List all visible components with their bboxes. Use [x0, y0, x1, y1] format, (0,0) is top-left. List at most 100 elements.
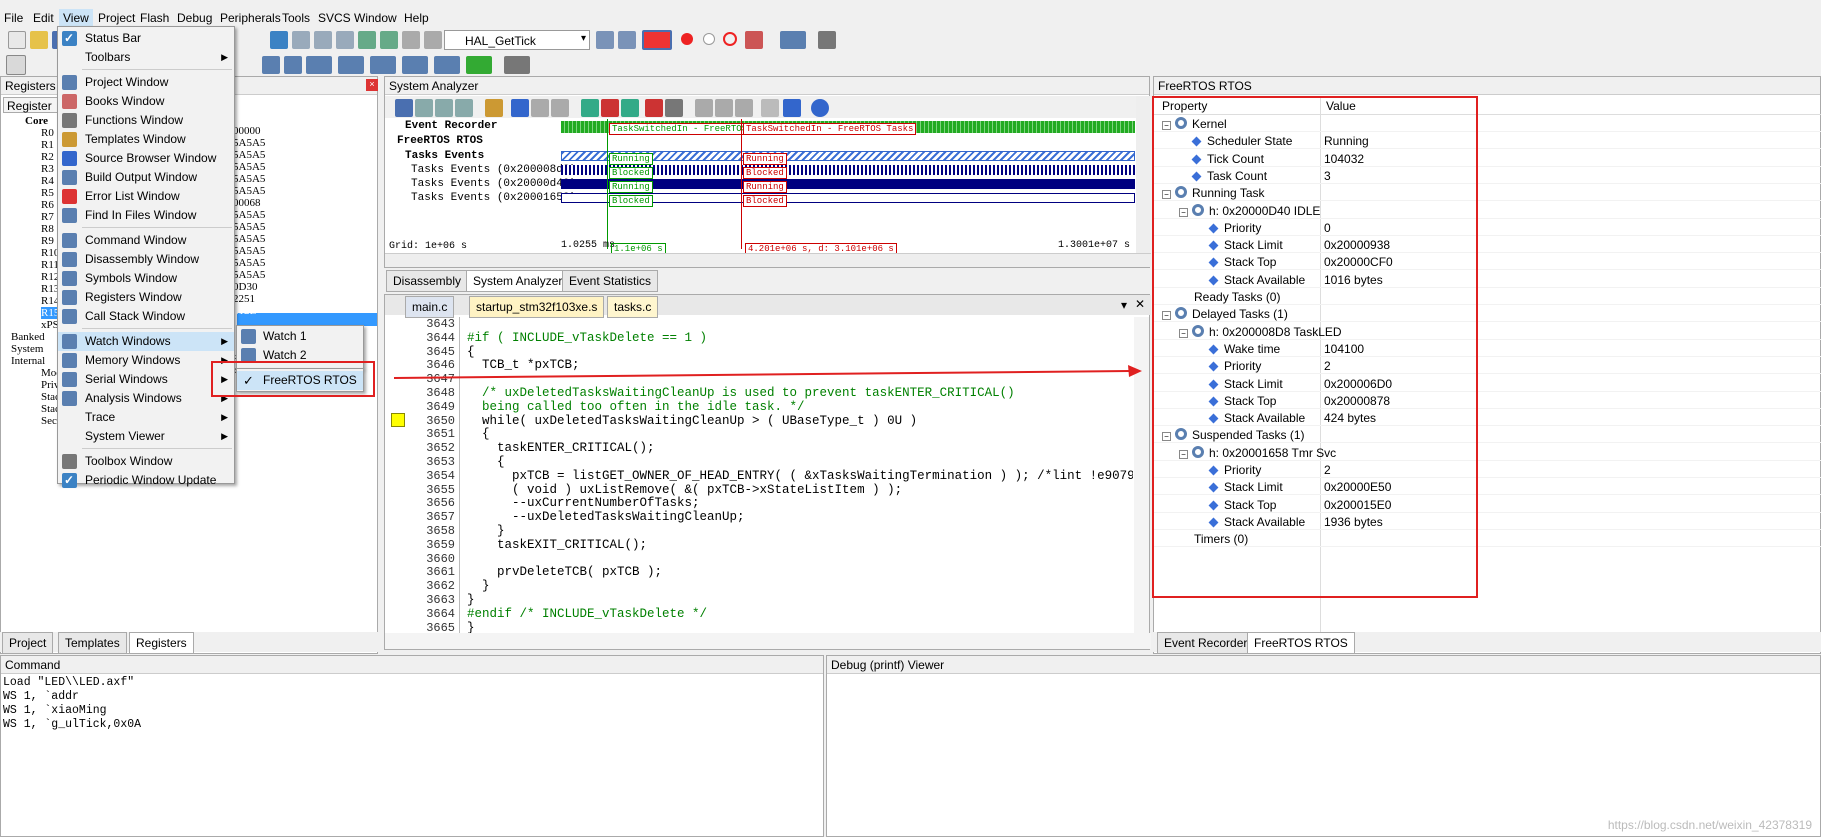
menu-item-watch-windows[interactable]: Watch Windows ▶	[58, 332, 234, 351]
code-line[interactable]: {	[467, 427, 490, 441]
register-tree-item[interactable]: Internal	[11, 355, 45, 367]
row-task-1[interactable]: Tasks Events (0x200008d8)	[411, 164, 576, 176]
code-line[interactable]: #endif /* INCLUDE_vTaskDelete */	[467, 607, 707, 621]
bookmark-next-icon[interactable]	[314, 31, 332, 49]
register-value[interactable]: 5A5A5	[233, 137, 265, 149]
memory-icon[interactable]	[338, 56, 364, 74]
menu-item-toolbars[interactable]: Toolbars ▶	[58, 48, 234, 67]
code-line[interactable]: taskEXIT_CRITICAL();	[467, 538, 647, 552]
cursor-icon[interactable]	[581, 99, 599, 117]
menu-edit[interactable]: Edit	[33, 11, 54, 25]
register-value[interactable]: 212E	[233, 305, 256, 317]
close-icon[interactable]: ×	[366, 79, 378, 91]
menu-item-error-list-window[interactable]: Error List Window	[58, 187, 234, 206]
zoom-all-icon[interactable]	[455, 99, 473, 117]
register-value[interactable]: 5A5A5	[233, 149, 265, 161]
menu-item-call-stack-window[interactable]: Call Stack Window	[58, 307, 234, 326]
menu-item-analysis-windows[interactable]: Analysis Windows ▶	[58, 389, 234, 408]
register-value[interactable]: 2251	[233, 293, 255, 305]
menu-help[interactable]: Help	[404, 11, 429, 25]
configure-icon[interactable]	[745, 31, 763, 49]
bookmark-clear-icon[interactable]	[336, 31, 354, 49]
analysis-icon[interactable]	[402, 56, 428, 74]
menu-item-find-in-files-window[interactable]: Find In Files Window	[58, 206, 234, 225]
code-line[interactable]: }	[467, 593, 475, 607]
menu-item-templates-window[interactable]: Templates Window	[58, 130, 234, 149]
watch-icon[interactable]	[306, 56, 332, 74]
toolbox-icon[interactable]	[504, 56, 530, 74]
menu-item-project-window[interactable]: Project Window	[58, 73, 234, 92]
tab-project[interactable]: Project	[2, 632, 54, 654]
tab-event-statistics[interactable]: Event Statistics	[562, 270, 659, 292]
code-line[interactable]: }	[467, 579, 490, 593]
register-value[interactable]: 5A5A5	[233, 221, 265, 233]
code-line[interactable]: being called too often in the idle task.…	[467, 400, 805, 414]
register-value[interactable]: 5A5A5	[233, 209, 265, 221]
code-line[interactable]: pxTCB = listGET_OWNER_OF_HEAD_ENTRY( ( &…	[467, 469, 1133, 483]
code-line[interactable]: --uxDeletedTasksWaitingCleanUp;	[467, 510, 745, 524]
breakpoint-disable-icon[interactable]	[703, 33, 715, 45]
code-line[interactable]: }	[467, 621, 475, 633]
menu-item-serial-windows[interactable]: Serial Windows ▶	[58, 370, 234, 389]
debug-session-icon[interactable]	[642, 30, 672, 50]
find-in-files-icon[interactable]	[618, 31, 636, 49]
uncomment-icon[interactable]	[424, 31, 442, 49]
menu-tools[interactable]: Tools	[282, 11, 310, 25]
code-line[interactable]: #if ( INCLUDE_vTaskDelete == 1 )	[467, 331, 707, 345]
register-tree-item[interactable]: System	[11, 343, 43, 355]
expand-icon[interactable]	[695, 99, 713, 117]
breakpoint-icon[interactable]	[681, 33, 693, 45]
register-value[interactable]: 5A5A5	[233, 233, 265, 245]
menu-item-disassembly-window[interactable]: Disassembly Window	[58, 250, 234, 269]
register-tree-item[interactable]: R0	[41, 127, 54, 139]
row-event-recorder[interactable]: Event Recorder	[405, 120, 497, 132]
comment-icon[interactable]	[402, 31, 420, 49]
register-tree-item[interactable]: Sec	[41, 415, 57, 427]
row-task-2[interactable]: Tasks Events (0x20000d40)	[411, 178, 576, 190]
tab-freertos-rtos[interactable]: FreeRTOS RTOS	[1247, 632, 1355, 654]
reset-icon[interactable]	[6, 55, 26, 75]
open-folder-icon[interactable]	[30, 31, 48, 49]
help-icon[interactable]	[811, 99, 829, 117]
outdent-icon[interactable]	[380, 31, 398, 49]
register-tree-item[interactable]: R7	[41, 211, 54, 223]
jump-end-icon[interactable]	[783, 99, 801, 117]
next-icon[interactable]	[551, 99, 569, 117]
marker-icon[interactable]	[601, 99, 619, 117]
code-line[interactable]: {	[467, 345, 475, 359]
bookmark-icon[interactable]	[270, 31, 288, 49]
menu-item-source-browser-window[interactable]: Source Browser Window	[58, 149, 234, 168]
prev-icon[interactable]	[531, 99, 549, 117]
system-viewer-icon[interactable]	[466, 56, 492, 74]
editor-horizontal-scrollbar[interactable]	[385, 633, 1151, 649]
register-tree-item[interactable]: Banked	[11, 331, 45, 343]
collapse-icon[interactable]	[715, 99, 733, 117]
tab-disassembly[interactable]: Disassembly	[386, 270, 469, 292]
menu-item-system-viewer[interactable]: System Viewer ▶	[58, 427, 234, 446]
menu-item-watch-1[interactable]: Watch 1	[237, 327, 363, 346]
menu-svcs[interactable]: SVCS	[318, 11, 351, 25]
window-layout-icon[interactable]	[780, 31, 806, 49]
bookmark-prev-icon[interactable]	[292, 31, 310, 49]
code-line[interactable]: ( void ) uxListRemove( &( pxTCB->xStateL…	[467, 483, 902, 497]
menu-item-trace[interactable]: Trace ▶	[58, 408, 234, 427]
register-value[interactable]: 5A5A5	[233, 245, 265, 257]
menu-file[interactable]: File	[4, 11, 23, 25]
menu-flash[interactable]: Flash	[140, 11, 169, 25]
tab-startup[interactable]: startup_stm32f103xe.s	[469, 296, 605, 318]
menu-view[interactable]: View	[59, 9, 93, 27]
register-value[interactable]: 5A5A5	[233, 161, 265, 173]
sort-icon[interactable]	[735, 99, 753, 117]
delta-icon[interactable]	[621, 99, 639, 117]
menu-project[interactable]: Project	[98, 11, 135, 25]
menu-item-status-bar[interactable]: ✓ Status Bar	[58, 29, 234, 48]
register-tree-item[interactable]: R1	[41, 139, 54, 151]
menu-item-toolbox-window[interactable]: Toolbox Window	[58, 452, 234, 471]
code-line[interactable]: prvDeleteTCB( pxTCB );	[467, 565, 662, 579]
menu-peripherals[interactable]: Peripherals	[220, 11, 281, 25]
row-freertos[interactable]: FreeRTOS RTOS	[397, 135, 483, 147]
menu-item-command-window[interactable]: Command Window	[58, 231, 234, 250]
trace-icon[interactable]	[434, 56, 460, 74]
menu-item-registers-window[interactable]: Registers Window	[58, 288, 234, 307]
jump-start-icon[interactable]	[511, 99, 529, 117]
